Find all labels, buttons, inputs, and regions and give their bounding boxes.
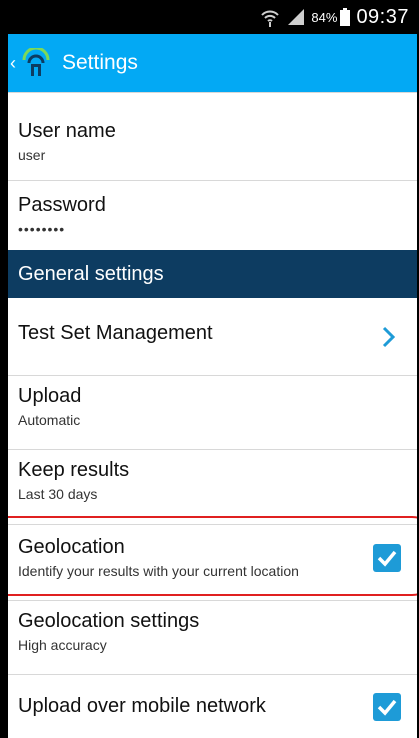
checkmark-icon bbox=[377, 550, 397, 567]
frame-edge-left bbox=[0, 0, 8, 738]
setting-test-set-management[interactable]: Test Set Management bbox=[0, 322, 419, 348]
divider bbox=[0, 180, 419, 181]
action-bar[interactable]: ‹ Settings bbox=[0, 34, 419, 92]
setting-title: Upload bbox=[18, 385, 82, 407]
setting-password[interactable]: Password •••••••• bbox=[0, 194, 419, 237]
back-arrow-icon[interactable]: ‹ bbox=[10, 54, 16, 72]
section-header-general: General settings bbox=[0, 250, 419, 298]
divider bbox=[0, 524, 419, 525]
setting-keep-results[interactable]: Keep results Last 30 days bbox=[0, 459, 419, 502]
setting-summary: user bbox=[18, 147, 46, 163]
setting-summary: Last 30 days bbox=[18, 486, 98, 502]
setting-title: Geolocation bbox=[18, 536, 125, 558]
status-bar: 84% 09:37 bbox=[0, 0, 419, 34]
wifi-icon bbox=[261, 10, 280, 27]
setting-geolocation[interactable]: Geolocation Identify your results with y… bbox=[0, 536, 419, 579]
upload-mobile-checkbox[interactable] bbox=[373, 693, 401, 721]
signal-icon bbox=[288, 9, 305, 25]
divider bbox=[0, 92, 419, 93]
app-logo-icon[interactable] bbox=[22, 48, 50, 78]
setting-user-name[interactable]: User name user bbox=[0, 120, 419, 163]
setting-summary: Automatic bbox=[18, 412, 81, 428]
setting-summary: Identify your results with your current … bbox=[18, 563, 299, 579]
setting-upload[interactable]: Upload Automatic bbox=[0, 385, 419, 428]
setting-title: Keep results bbox=[18, 459, 130, 481]
chevron-right-icon[interactable] bbox=[381, 325, 397, 349]
status-clock: 09:37 bbox=[356, 5, 409, 28]
checkmark-icon bbox=[377, 699, 397, 716]
setting-title: Geolocation settings bbox=[18, 610, 200, 632]
setting-title: User name bbox=[18, 120, 116, 142]
settings-screen: 84% 09:37 ‹ Settings User name user Pass… bbox=[0, 0, 419, 738]
divider bbox=[0, 449, 419, 450]
setting-summary: High accuracy bbox=[18, 637, 107, 653]
page-title: Settings bbox=[62, 51, 138, 74]
divider bbox=[0, 600, 419, 601]
divider bbox=[0, 375, 419, 376]
setting-summary: •••••••• bbox=[18, 221, 66, 237]
setting-title: Test Set Management bbox=[18, 322, 213, 344]
setting-geolocation-settings[interactable]: Geolocation settings High accuracy bbox=[0, 610, 419, 653]
battery-icon bbox=[340, 8, 351, 26]
setting-title: Password bbox=[18, 194, 106, 216]
geolocation-checkbox[interactable] bbox=[373, 544, 401, 572]
battery-percent: 84% bbox=[311, 9, 338, 25]
divider bbox=[0, 674, 419, 675]
setting-title: Upload over mobile network bbox=[18, 695, 266, 717]
settings-list: User name user Password •••••••• General… bbox=[0, 92, 419, 738]
setting-upload-over-mobile-network[interactable]: Upload over mobile network bbox=[0, 693, 419, 721]
